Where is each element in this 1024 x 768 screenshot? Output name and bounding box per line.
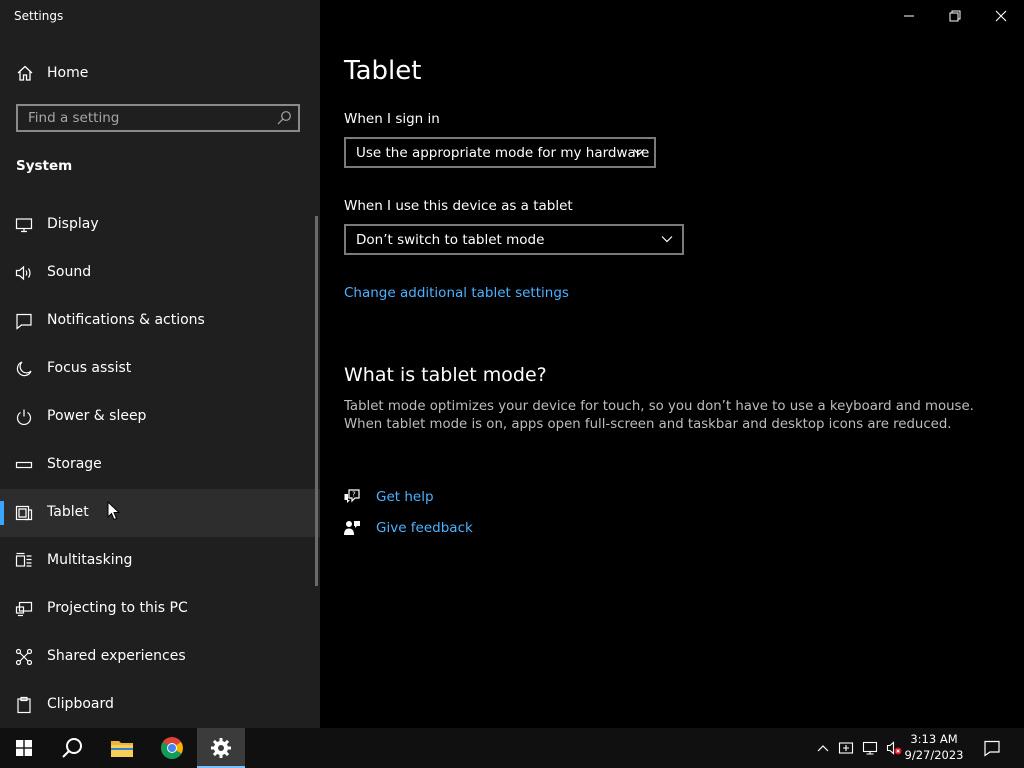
chrome-icon [161,737,183,759]
shared-experiences-icon [15,648,33,666]
window-title: Settings [14,9,64,23]
search-icon [62,738,82,758]
sidebar-item-label: Multitasking [47,552,133,568]
moon-icon [16,361,32,377]
sidebar-item-notifications[interactable]: Notifications & actions [0,297,320,345]
folder-icon [111,741,133,757]
minimize-button[interactable] [886,0,932,32]
sidebar-item-label: Sound [47,264,92,280]
taskbar-search-button[interactable] [48,728,96,768]
svg-text:?: ? [352,491,356,499]
search-box[interactable] [16,104,300,132]
close-button[interactable] [978,0,1024,32]
sidebar-item-label: Tablet [47,504,89,520]
file-explorer-button[interactable] [98,728,146,768]
notifications-icon [16,313,32,330]
restore-button[interactable] [932,0,978,32]
close-icon [995,10,1007,22]
chevron-up-icon[interactable] [815,740,831,756]
section-label: System [16,158,73,174]
display-icon [15,218,33,233]
search-input[interactable] [18,106,268,130]
security-icon[interactable] [838,740,854,756]
chrome-button[interactable] [148,728,196,768]
selection-indicator [0,501,4,525]
tablet-use-dropdown-value: Don’t switch to tablet mode [356,232,545,248]
home-icon [17,65,33,81]
taskbar: 3:13 AM 9/27/2023 [0,728,1024,768]
additional-tablet-settings-link[interactable]: Change additional tablet settings [344,285,569,301]
sidebar-item-label: Display [47,216,99,232]
sidebar-item-multitasking[interactable]: Multitasking [0,537,320,585]
start-button[interactable] [0,728,48,768]
mouse-cursor-icon [107,501,121,521]
get-help-link[interactable]: Get help [376,489,434,505]
restore-icon [949,10,961,22]
network-icon[interactable] [862,740,878,756]
give-feedback-link[interactable]: Give feedback [376,520,473,536]
settings-window: Settings Home System Display Sound [0,0,1024,728]
sidebar-item-label: Power & sleep [47,408,147,424]
sidebar-nav: Display Sound Notifications & actions Fo… [0,201,320,729]
what-is-description: Tablet mode optimizes your device for to… [344,399,974,432]
taskbar-clock[interactable]: 3:13 AM 9/27/2023 [902,731,966,763]
gear-icon [211,738,231,758]
page-title: Tablet [344,56,422,86]
sidebar-item-shared-experiences[interactable]: Shared experiences [0,633,320,681]
volume-muted-icon[interactable] [886,740,902,756]
sidebar-scrollbar[interactable] [315,216,318,586]
home-label: Home [47,65,89,81]
sidebar-item-clipboard[interactable]: Clipboard [0,681,320,729]
sidebar: Settings Home System Display Sound [0,0,320,728]
chevron-down-icon [633,149,645,156]
tablet-use-label: When I use this device as a tablet [344,198,573,214]
clock-date: 9/27/2023 [904,748,964,762]
tablet-use-dropdown[interactable]: Don’t switch to tablet mode [344,224,684,255]
sidebar-home[interactable]: Home [0,56,320,90]
sign-in-label: When I sign in [344,111,440,127]
clipboard-icon [17,696,31,714]
windows-logo-icon [16,740,32,756]
sidebar-item-label: Storage [47,456,102,472]
feedback-icon [344,521,360,535]
what-is-heading: What is tablet mode? [344,364,547,386]
action-center-icon[interactable] [983,739,1001,757]
sidebar-item-label: Projecting to this PC [47,600,188,616]
multitasking-icon [15,552,32,567]
sidebar-item-label: Shared experiences [47,648,186,664]
sidebar-item-projecting[interactable]: Projecting to this PC [0,585,320,633]
sidebar-item-label: Clipboard [47,696,114,712]
projecting-icon [15,601,33,617]
search-icon[interactable] [276,110,292,126]
power-icon [16,409,32,426]
minimize-icon [904,15,914,17]
sidebar-item-sound[interactable]: Sound [0,249,320,297]
sidebar-item-display[interactable]: Display [0,201,320,249]
sidebar-item-storage[interactable]: Storage [0,441,320,489]
storage-icon [15,461,33,469]
tablet-icon [15,505,33,521]
sidebar-item-tablet[interactable]: Tablet [0,489,320,537]
settings-taskbar-button[interactable] [197,728,245,768]
sidebar-item-label: Focus assist [47,360,132,376]
sign-in-dropdown[interactable]: Use the appropriate mode for my hardware [344,137,656,168]
sign-in-dropdown-value: Use the appropriate mode for my hardware [356,145,650,161]
help-icon: ? [344,489,360,503]
sidebar-item-label: Notifications & actions [47,312,205,328]
sidebar-item-power-sleep[interactable]: Power & sleep [0,393,320,441]
chevron-down-icon [661,236,673,243]
clock-time: 3:13 AM [910,732,958,746]
sound-icon [15,265,31,281]
sidebar-item-focus-assist[interactable]: Focus assist [0,345,320,393]
